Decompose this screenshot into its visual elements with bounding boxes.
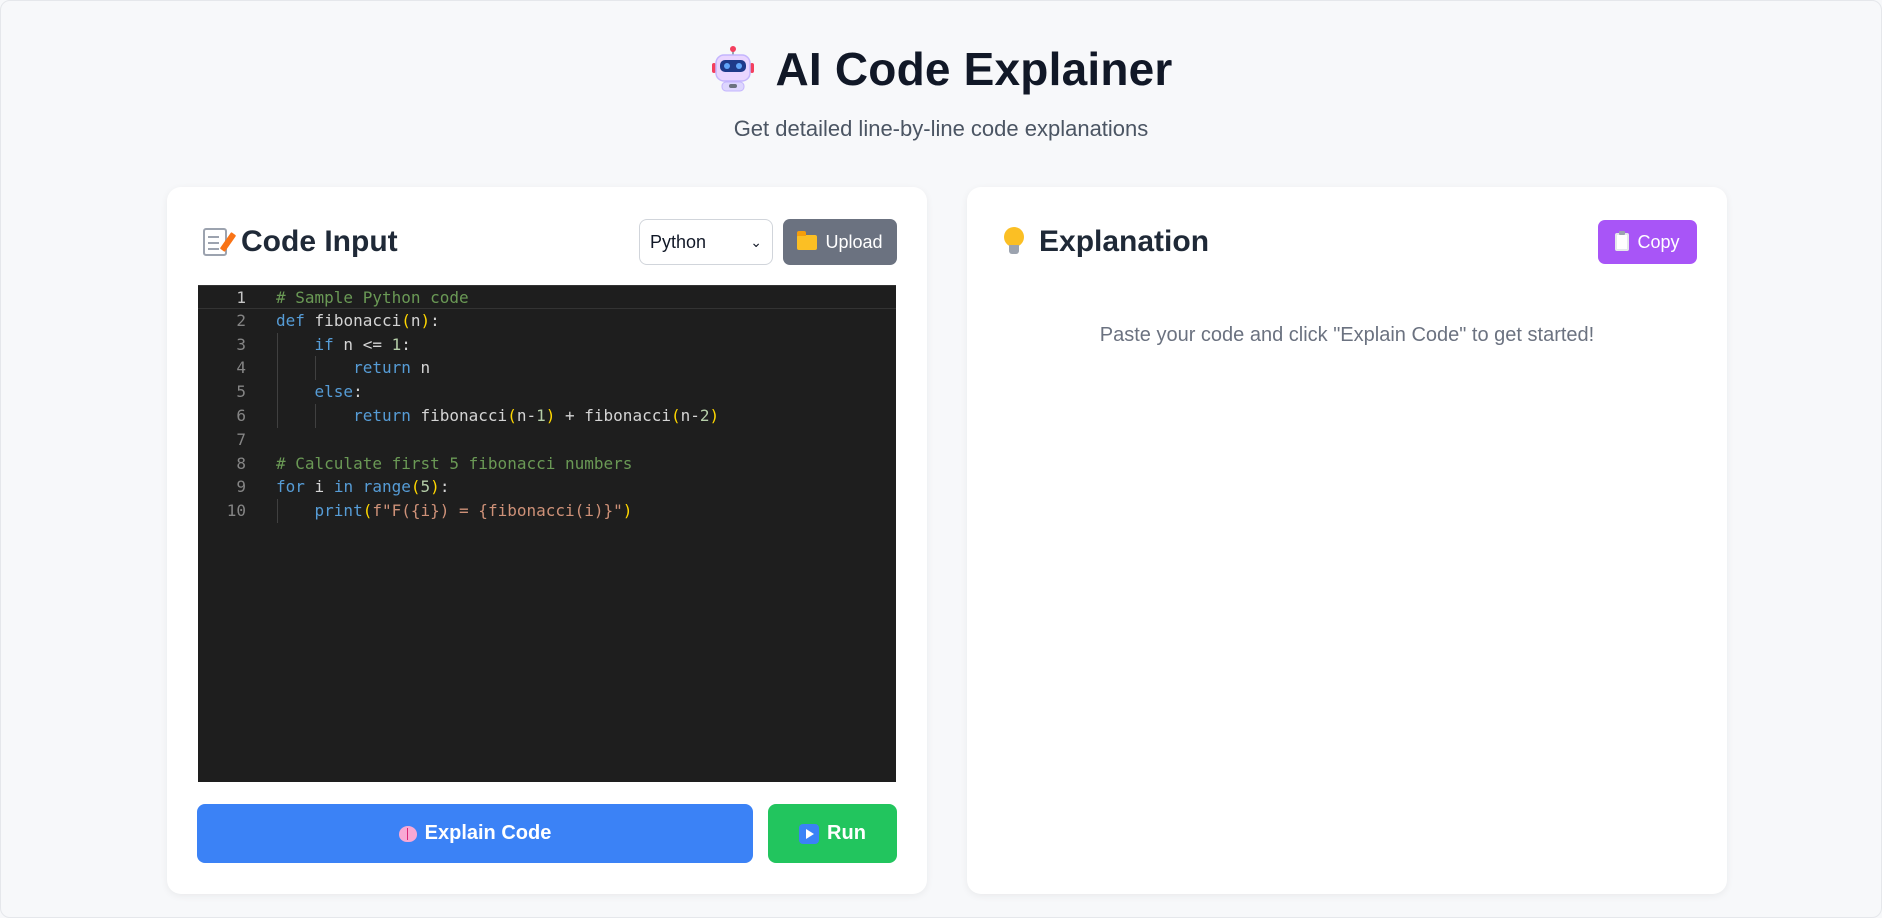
code-line: # Calculate first 5 fibonacci numbers: [276, 453, 633, 473]
chevron-down-icon: ⌄: [750, 233, 762, 250]
editor-line[interactable]: 8 # Calculate first 5 fibonacci numbers: [198, 452, 896, 476]
code-editor[interactable]: 1 # Sample Python code 2 def fibonacci(n…: [198, 285, 896, 782]
language-select[interactable]: Python ⌄: [639, 219, 773, 265]
copy-button[interactable]: Copy: [1598, 220, 1697, 264]
explain-code-label: Explain Code: [424, 822, 552, 844]
copy-button-label: Copy: [1637, 231, 1680, 252]
line-number: 3: [236, 334, 246, 354]
language-select-value: Python: [650, 231, 707, 252]
code-line: print(f"F({i}) = {fibonacci(i)}"): [276, 499, 632, 523]
code-line: # Sample Python code: [276, 288, 469, 307]
line-number: 1: [236, 288, 246, 307]
editor-line[interactable]: 6 return fibonacci(n-1) + fibonacci(n-2): [198, 403, 896, 428]
page-header: AI Code Explainer Get detailed line-by-l…: [0, 42, 1882, 142]
editor-line[interactable]: 7: [198, 428, 896, 452]
run-button[interactable]: Run: [768, 804, 897, 863]
title-row: AI Code Explainer: [709, 42, 1172, 96]
code-line: else:: [276, 380, 363, 404]
code-input-header: Code Input Python ⌄ Upload: [203, 217, 897, 267]
line-number: 5: [236, 382, 246, 402]
explanation-header: Explanation Copy: [1003, 217, 1697, 267]
code-input-panel: Code Input Python ⌄ Upload 1 # Sample Py…: [167, 187, 927, 894]
line-number: 9: [236, 477, 246, 497]
editor-line[interactable]: 1 # Sample Python code: [198, 285, 896, 309]
page-subtitle: Get detailed line-by-line code explanati…: [733, 116, 1149, 141]
run-label: Run: [827, 822, 866, 844]
editor-line[interactable]: 2 def fibonacci(n):: [198, 309, 896, 333]
line-number: 8: [236, 453, 246, 473]
line-number: 10: [226, 501, 246, 521]
code-line: if n <= 1:: [276, 332, 411, 357]
code-line: def fibonacci(n):: [276, 310, 440, 330]
memo-icon: [203, 228, 227, 256]
folder-icon: [797, 230, 818, 250]
line-number: 2: [236, 310, 246, 330]
line-number: 6: [236, 405, 246, 425]
editor-line[interactable]: 5 else:: [198, 380, 896, 404]
explanation-title: Explanation: [1039, 225, 1210, 258]
code-line: return fibonacci(n-1) + fibonacci(n-2): [276, 403, 719, 428]
lightbulb-icon: [1003, 227, 1025, 257]
brain-icon: [398, 825, 417, 842]
code-line: for i in range(5):: [276, 477, 450, 497]
editor-line[interactable]: 10 print(f"F({i}) = {fibonacci(i)}"): [198, 499, 896, 523]
play-icon: [799, 823, 820, 844]
upload-button-label: Upload: [825, 231, 883, 252]
code-line: return n: [276, 356, 430, 381]
editor-line[interactable]: 3 if n <= 1:: [198, 332, 896, 357]
line-number: 4: [236, 358, 246, 378]
clipboard-icon: [1615, 231, 1630, 251]
explain-code-button[interactable]: Explain Code: [197, 804, 753, 863]
editor-line[interactable]: 9 for i in range(5):: [198, 475, 896, 499]
upload-button[interactable]: Upload: [783, 219, 897, 265]
explanation-placeholder: Paste your code and click "Explain Code"…: [1099, 324, 1595, 346]
explanation-panel: Explanation Copy Paste your code and cli…: [967, 187, 1727, 894]
editor-line[interactable]: 4 return n: [198, 356, 896, 381]
robot-icon: [709, 45, 757, 93]
line-number: 7: [236, 429, 246, 449]
code-input-title: Code Input: [241, 225, 398, 258]
page-title: AI Code Explainer: [775, 43, 1173, 95]
